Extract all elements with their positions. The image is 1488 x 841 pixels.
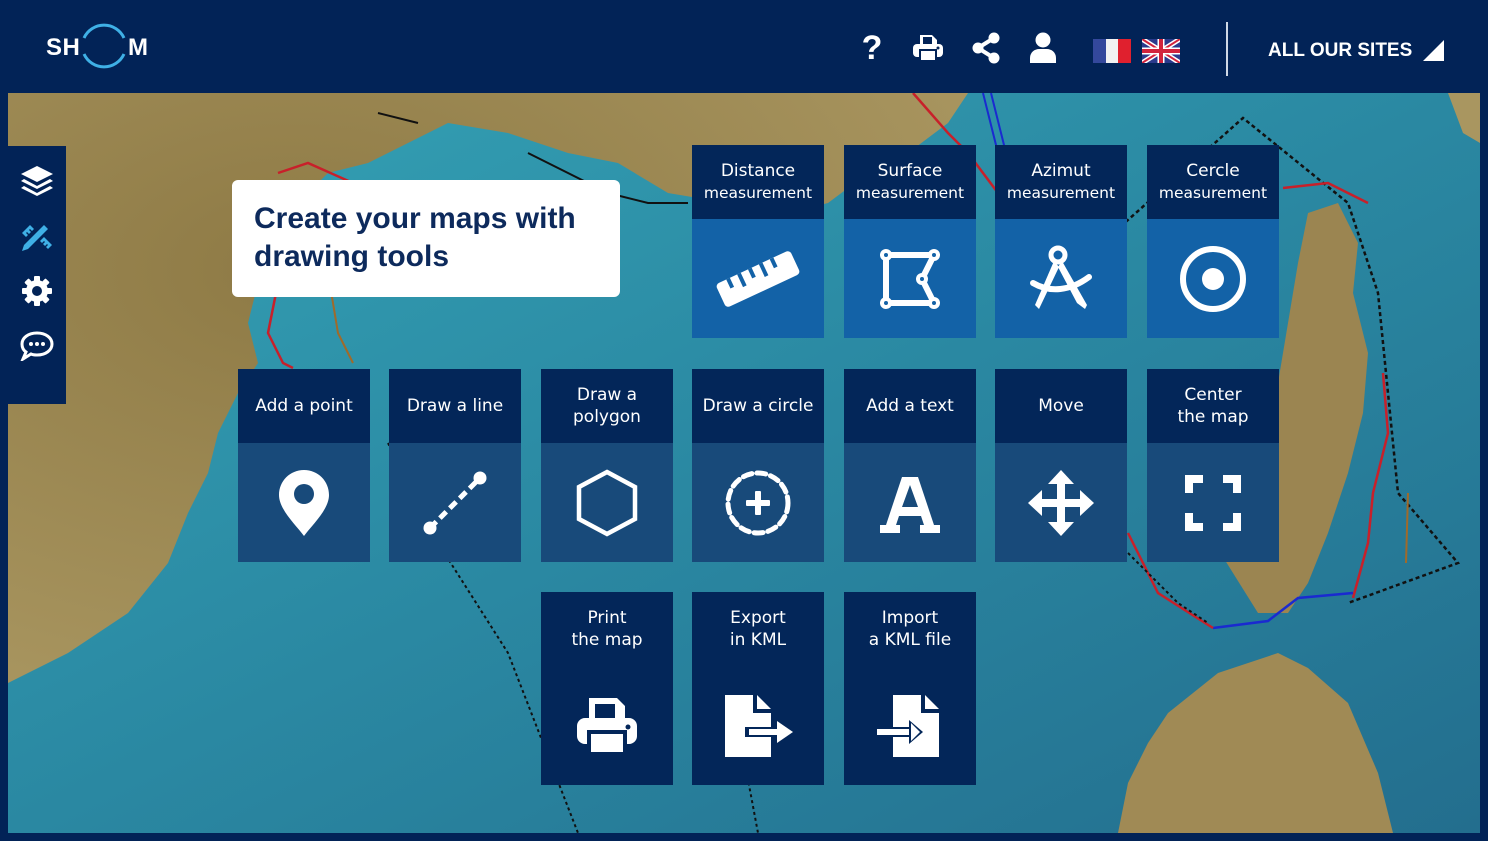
tile-label: polygon xyxy=(573,407,641,427)
user-icon xyxy=(1030,32,1056,63)
tool-cercle-measurement[interactable]: Cercle measurement xyxy=(1147,145,1279,338)
help-button[interactable]: ? xyxy=(854,28,890,68)
flag-uk-icon[interactable] xyxy=(1142,39,1180,63)
tool-draw-line[interactable]: Draw a line xyxy=(389,369,521,562)
tile-label: Import xyxy=(881,608,939,628)
file-import-icon xyxy=(877,694,939,757)
tile-label: Draw a xyxy=(576,385,638,405)
tool-add-point[interactable]: Add a point xyxy=(238,369,370,562)
tile-label: Print xyxy=(587,608,627,628)
line-icon xyxy=(423,471,487,534)
tile-label: Add a text xyxy=(866,396,954,416)
tile-label: Surface xyxy=(877,161,943,181)
tile-label: Center xyxy=(1184,385,1242,405)
tool-center-map[interactable]: Center the map xyxy=(1147,369,1279,562)
sidebar-item-drawing-tools[interactable] xyxy=(8,211,66,261)
file-export-icon xyxy=(725,694,793,757)
all-sites-label: ALL OUR SITES xyxy=(1268,40,1413,61)
drawing-tools-icon xyxy=(22,225,52,251)
tile-label: Draw a circle xyxy=(702,396,814,416)
sidebar-item-chat[interactable] xyxy=(8,321,66,371)
tile-label: the map xyxy=(1177,407,1249,427)
logo-ring-icon xyxy=(82,23,126,69)
logo-text-right: M xyxy=(128,34,149,61)
text-icon xyxy=(880,476,940,533)
top-header: SH M ? ALL OUR SITES xyxy=(0,0,1488,93)
tool-move[interactable]: Move xyxy=(995,369,1127,562)
print-icon xyxy=(913,35,943,62)
shom-logo[interactable]: SH M xyxy=(46,16,156,76)
share-icon xyxy=(972,32,1000,64)
tile-label: measurement xyxy=(855,184,965,202)
tile-label: Draw a line xyxy=(406,396,504,416)
circle-target-icon xyxy=(1180,245,1246,312)
map-pin-icon xyxy=(279,469,329,536)
tool-print-map[interactable]: Print the map xyxy=(541,592,673,785)
dashed-circle-plus-icon xyxy=(725,470,791,535)
chat-icon xyxy=(20,331,54,361)
tile-label: Move xyxy=(1038,396,1084,416)
tile-label: Azimut xyxy=(1031,161,1091,181)
tile-label: measurement xyxy=(1158,184,1268,202)
tile-label: a KML file xyxy=(868,630,952,650)
share-button[interactable] xyxy=(968,28,1004,68)
ruler-icon xyxy=(716,250,800,307)
tile-label: Distance xyxy=(720,161,796,181)
tile-label: the map xyxy=(571,630,643,650)
sidebar-item-settings[interactable] xyxy=(8,266,66,316)
move-arrows-icon xyxy=(1028,469,1094,536)
tool-surface-measurement[interactable]: Surface measurement xyxy=(844,145,976,338)
account-button[interactable] xyxy=(1025,28,1061,68)
compass-icon xyxy=(1030,245,1092,309)
tool-distance-measurement[interactable]: Distance measurement xyxy=(692,145,824,338)
callout-title-line1: Create your maps with xyxy=(254,202,576,235)
sidebar-item-layers[interactable] xyxy=(8,156,66,206)
all-sites-menu[interactable]: ALL OUR SITES xyxy=(1268,36,1446,66)
corner-triangle-icon xyxy=(1423,40,1445,61)
hexagon-icon xyxy=(576,468,638,537)
callout-title-line2: drawing tools xyxy=(254,240,449,273)
surface-icon xyxy=(880,248,940,309)
layers-icon xyxy=(21,166,53,196)
fullscreen-icon xyxy=(1185,474,1241,531)
tool-azimut-measurement[interactable]: Azimut measurement xyxy=(995,145,1127,338)
tile-label: Add a point xyxy=(255,396,353,416)
settings-icon xyxy=(22,276,52,306)
print-icon xyxy=(577,697,637,756)
tool-draw-polygon[interactable]: Draw a polygon xyxy=(541,369,673,562)
tool-add-text[interactable]: Add a text xyxy=(844,369,976,562)
left-sidebar xyxy=(8,146,66,404)
tile-label: in KML xyxy=(729,630,787,650)
tile-label: measurement xyxy=(1006,184,1116,202)
print-button[interactable] xyxy=(910,28,946,68)
tool-export-kml[interactable]: Export in KML xyxy=(692,592,824,785)
header-divider xyxy=(1226,22,1228,76)
tool-draw-circle[interactable]: Draw a circle xyxy=(692,369,824,562)
tile-label: Cercle xyxy=(1186,161,1240,181)
flag-fr-icon[interactable] xyxy=(1093,39,1131,63)
tile-label: measurement xyxy=(703,184,813,202)
help-icon: ? xyxy=(861,28,883,67)
drawing-tools-callout: Create your maps with drawing tools xyxy=(232,180,620,297)
tool-import-kml[interactable]: Import a KML file xyxy=(844,592,976,785)
tile-label: Export xyxy=(730,608,786,628)
